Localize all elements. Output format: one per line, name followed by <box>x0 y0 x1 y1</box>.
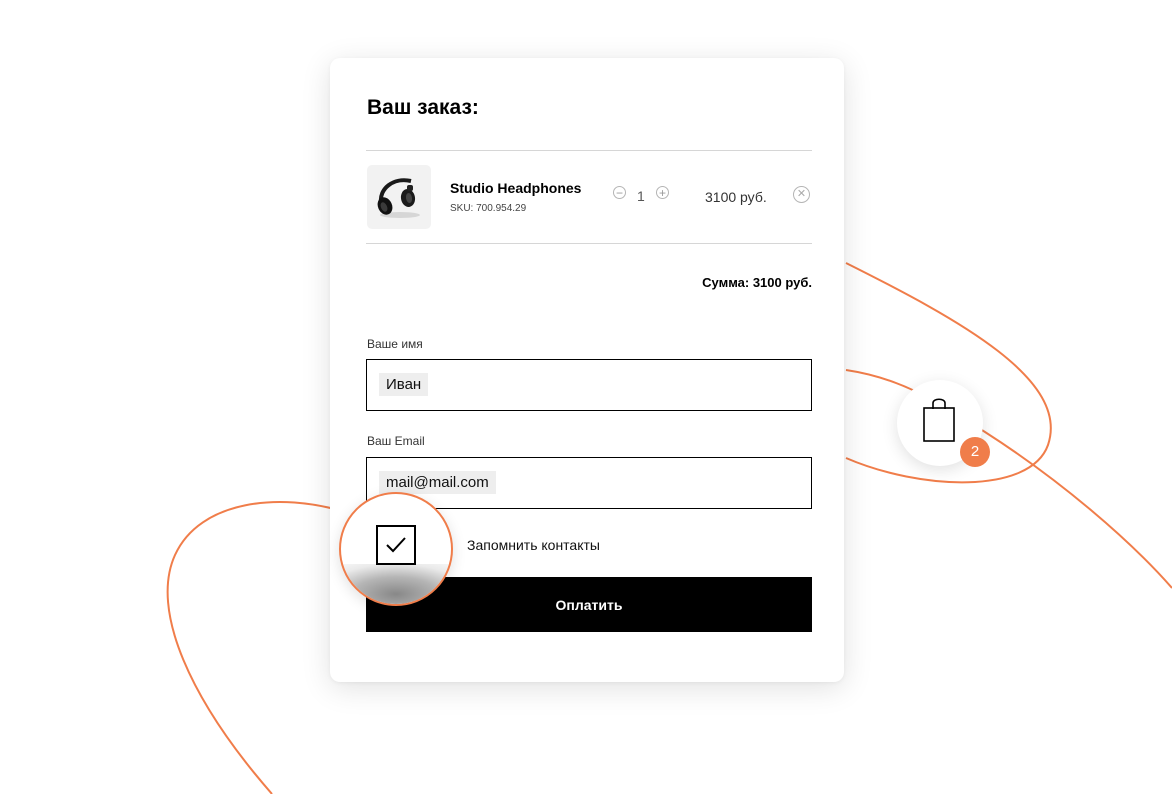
order-total: Сумма: 3100 руб. <box>702 275 812 290</box>
checkbox-magnifier <box>339 492 453 606</box>
close-circle-icon: ✕ <box>796 188 807 200</box>
cart-count-badge: 2 <box>960 437 990 467</box>
name-label: Ваше имя <box>367 337 423 351</box>
product-name: Studio Headphones <box>450 180 582 196</box>
remove-item-button[interactable]: ✕ <box>793 186 810 203</box>
button-shadow-preview <box>341 564 451 604</box>
minus-circle-icon: − <box>615 186 623 200</box>
quantity-decrease-button[interactable]: − <box>613 186 626 199</box>
curve-right-tail <box>845 369 1172 589</box>
top-divider <box>366 150 812 151</box>
email-field[interactable]: mail@mail.com <box>366 457 812 509</box>
checkout-stage: Ваш заказ: Studio Headphones SKU: 700.95… <box>0 0 1172 794</box>
remember-contacts-checkbox[interactable] <box>376 525 416 565</box>
email-label: Ваш Email <box>367 434 425 448</box>
order-title: Ваш заказ: <box>367 96 479 119</box>
quantity-value: 1 <box>637 188 645 204</box>
curve-left-loop <box>166 501 346 794</box>
quantity-increase-button[interactable]: + <box>656 186 669 199</box>
email-value: mail@mail.com <box>379 471 496 494</box>
remember-contacts-label: Запомнить контакты <box>467 537 600 553</box>
cart-button[interactable]: 2 <box>897 380 990 467</box>
name-value: Иван <box>379 373 429 396</box>
name-field[interactable]: Иван <box>366 359 812 411</box>
bottom-divider <box>366 243 812 244</box>
product-sku: SKU: 700.954.29 <box>450 203 527 214</box>
plus-circle-icon: + <box>658 186 666 200</box>
item-price: 3100 руб. <box>705 189 767 205</box>
product-thumbnail <box>367 165 431 229</box>
shopping-bag-icon <box>923 398 955 442</box>
checkmark-icon <box>386 537 406 553</box>
headphones-image <box>377 178 420 218</box>
